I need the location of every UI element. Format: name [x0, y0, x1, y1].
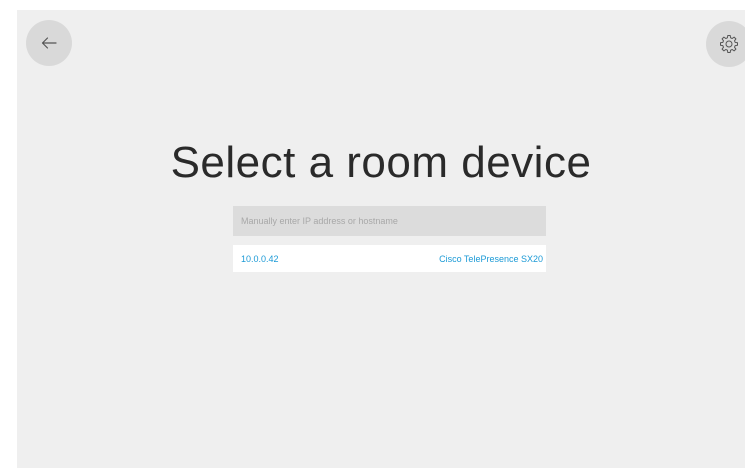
back-button[interactable] [26, 20, 72, 66]
app-screen: Select a room device 10.0.0.42 Cisco Tel… [17, 10, 745, 468]
gear-icon [718, 33, 740, 55]
page-title: Select a room device [170, 138, 592, 187]
device-address: 10.0.0.42 [241, 253, 279, 264]
ip-address-input[interactable] [233, 206, 546, 236]
settings-button[interactable] [706, 21, 745, 67]
device-list: 10.0.0.42 Cisco TelePresence SX20 [233, 245, 546, 272]
list-item[interactable]: 10.0.0.42 Cisco TelePresence SX20 [233, 245, 546, 272]
device-name: Cisco TelePresence SX20 [439, 253, 543, 264]
arrow-left-icon [41, 37, 57, 49]
